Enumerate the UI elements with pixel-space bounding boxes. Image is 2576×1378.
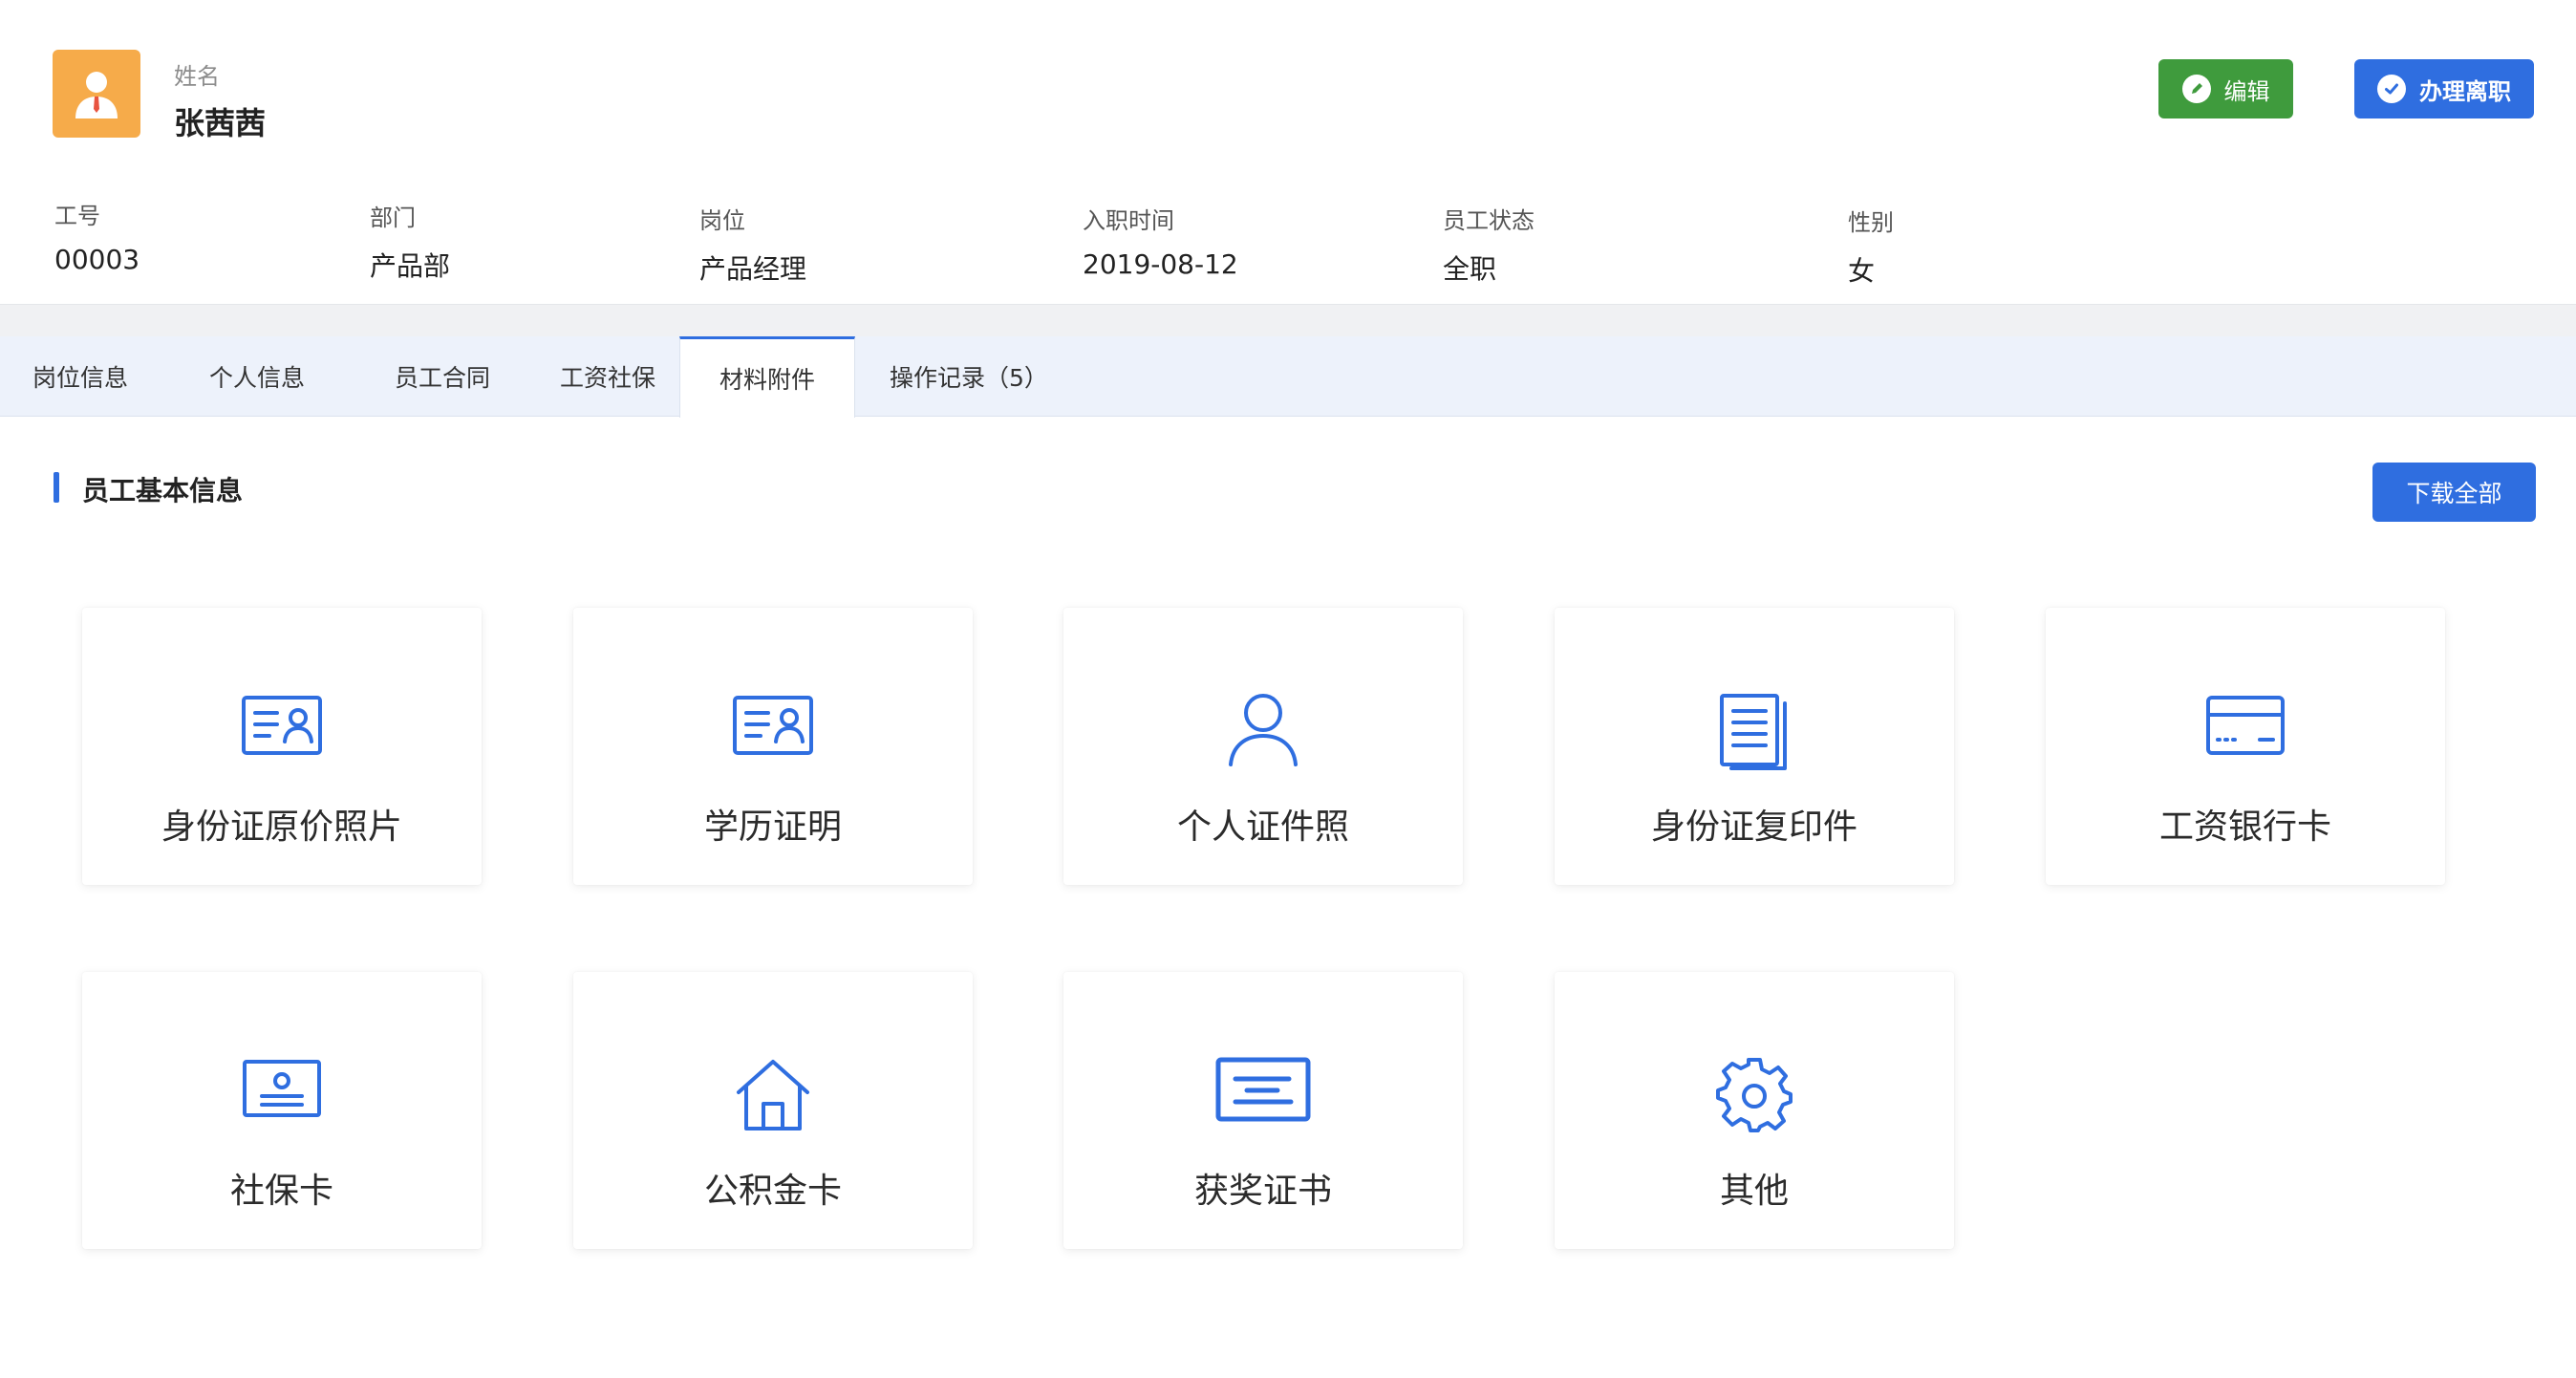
social-security-card-icon [243,1060,321,1117]
id-card-icon [733,696,813,755]
attachment-card-award-certificate[interactable]: 获奖证书 [1063,972,1463,1249]
attachment-card-personal-photo[interactable]: 个人证件照 [1063,608,1463,885]
section-accent-bar [54,472,59,503]
tab-contract[interactable]: 员工合同 [395,336,490,417]
edit-button-label: 编辑 [2223,77,2270,105]
tab-personal-info[interactable]: 个人信息 [209,336,305,417]
section-title: 员工基本信息 [82,475,244,506]
field-label: 部门 [370,205,416,231]
attachment-card-label: 公积金卡 [703,1172,842,1211]
pencil-icon [2181,75,2211,103]
person-icon [1229,694,1298,766]
resign-button-label: 办理离职 [2419,77,2511,105]
document-icon [1720,694,1787,770]
attachment-card-label: 身份证复印件 [1650,807,1857,847]
attachment-card-label: 社保卡 [229,1172,333,1211]
section-divider [0,304,2576,336]
id-card-icon [242,696,322,755]
field-position: 岗位 产品经理 [699,202,806,287]
tab-salary-social-security[interactable]: 工资社保 [560,336,655,417]
field-label: 性别 [1848,209,1894,236]
gear-icon [1716,1058,1792,1132]
field-department: 部门 产品部 [370,199,450,284]
download-all-button[interactable]: 下载全部 [2372,463,2536,522]
attachment-card-id-photo[interactable]: 身份证原价照片 [82,608,482,885]
attachment-card-bank-card[interactable]: 工资银行卡 [2046,608,2445,885]
employee-name: 张茜茜 [174,105,267,141]
attachment-card-label: 工资银行卡 [2158,807,2331,847]
tab-operation-log[interactable]: 操作记录（5） [890,336,1048,417]
tab-attachments[interactable]: 材料附件 [679,336,855,418]
resign-button[interactable]: 办理离职 [2354,59,2534,118]
bank-card-icon [2206,696,2285,755]
certificate-icon [1215,1057,1311,1122]
field-value: 全职 [1443,253,1497,285]
field-value: 2019-08-12 [1083,248,1238,280]
check-circle-icon [2377,75,2406,103]
employee-profile-page: 姓名 张茜茜 编辑 办理离职 工号 00003 部门 产品部 岗位 产品经理 入… [0,0,2576,1378]
field-value: 女 [1848,255,1876,287]
edit-button[interactable]: 编辑 [2158,59,2293,118]
attachment-card-education[interactable]: 学历证明 [573,608,973,885]
field-value: 00003 [54,244,140,275]
attachment-card-housing-fund[interactable]: 公积金卡 [573,972,973,1249]
field-employee-id: 工号 00003 [54,197,140,275]
field-gender: 性别 女 [1848,204,1894,289]
home-icon [737,1060,809,1130]
field-label: 岗位 [699,207,745,234]
attachment-card-label: 个人证件照 [1176,807,1349,847]
attachment-card-label: 身份证原价照片 [161,807,402,847]
employee-header: 姓名 张茜茜 编辑 办理离职 工号 00003 部门 产品部 岗位 产品经理 入… [0,0,2576,304]
avatar [53,50,140,138]
attachment-card-label: 获奖证书 [1193,1172,1332,1211]
field-value: 产品经理 [699,253,807,285]
field-hire-date: 入职时间 2019-08-12 [1083,202,1238,280]
field-value: 产品部 [370,250,451,282]
user-avatar-icon [75,72,118,118]
attachment-card-label: 学历证明 [703,807,842,847]
attachment-card-label: 其他 [1719,1172,1789,1211]
field-label: 入职时间 [1083,207,1174,234]
field-employment-status: 员工状态 全职 [1443,202,1535,287]
tab-bar: 岗位信息 个人信息 员工合同 工资社保 材料附件 操作记录（5） [0,336,2576,418]
attachment-card-other[interactable]: 其他 [1555,972,1954,1249]
name-label: 姓名 [174,63,220,90]
field-label: 员工状态 [1443,207,1535,234]
tab-position-info[interactable]: 岗位信息 [32,336,128,417]
field-label: 工号 [54,203,100,229]
attachment-card-id-copy[interactable]: 身份证复印件 [1555,608,1954,885]
attachment-card-social-security[interactable]: 社保卡 [82,972,482,1249]
